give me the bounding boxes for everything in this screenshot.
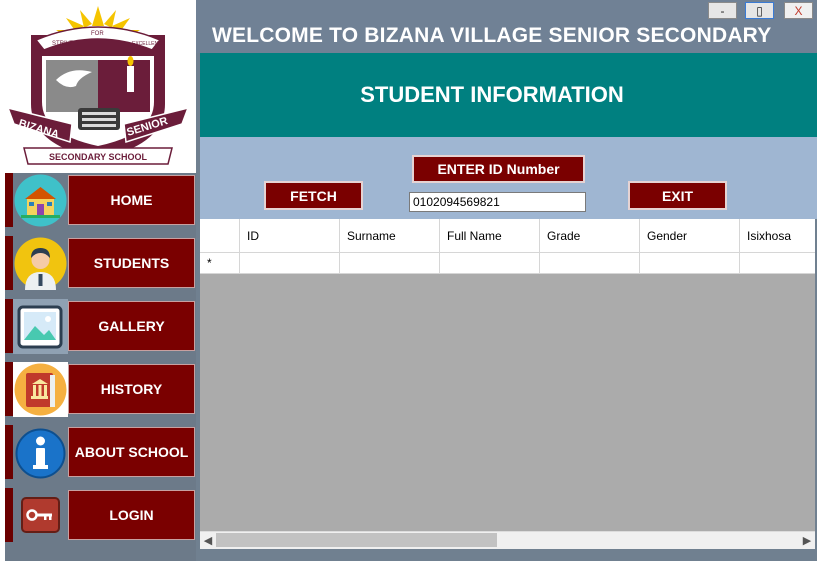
scroll-left-icon[interactable]: ◀ — [200, 531, 216, 549]
column-header-id[interactable]: ID — [240, 219, 340, 253]
sidebar-item-home[interactable]: HOME — [68, 175, 195, 225]
sidebar-item-history-edge — [5, 362, 13, 416]
column-header-surname[interactable]: Surname — [340, 219, 440, 253]
new-row-marker[interactable]: * — [200, 253, 240, 274]
sidebar-item-gallery[interactable]: GALLERY — [68, 301, 195, 351]
table-cell[interactable] — [340, 253, 440, 274]
minimize-button[interactable]: - — [708, 2, 737, 19]
logo-ribbon-left: STRIVE — [52, 41, 74, 47]
column-header-grade[interactable]: Grade — [540, 219, 640, 253]
sidebar-item-login-edge — [5, 488, 13, 542]
id-number-input[interactable]: 0102094569821 — [409, 192, 586, 212]
history-book-icon[interactable] — [13, 362, 68, 417]
maximize-button[interactable]: ▯ — [745, 2, 774, 19]
table-cell[interactable] — [640, 253, 740, 274]
info-icon[interactable] — [13, 425, 68, 480]
school-logo: STRIVE FOR EXCELLENCE BIZANA SENIOR SECO… — [0, 0, 196, 173]
close-button[interactable]: X — [784, 2, 813, 19]
exit-button[interactable]: EXIT — [628, 181, 727, 210]
table-cell[interactable] — [440, 253, 540, 274]
student-icon[interactable] — [13, 236, 68, 291]
column-header-isixhosa[interactable]: Isixhosa — [740, 219, 815, 253]
logo-bottom-text: SECONDARY SCHOOL — [49, 152, 148, 162]
page-title: STUDENT INFORMATION — [360, 82, 624, 107]
picture-icon[interactable] — [13, 299, 68, 354]
sidebar-item-students[interactable]: STUDENTS — [68, 238, 195, 288]
sidebar-item-login[interactable]: LOGIN — [68, 490, 195, 540]
logo-ribbon-right: EXCELLENCE — [132, 41, 166, 47]
enter-id-label: ENTER ID Number — [412, 155, 585, 183]
table-cell[interactable] — [540, 253, 640, 274]
table-cell[interactable] — [740, 253, 815, 274]
sidebar-item-history[interactable]: HISTORY — [68, 364, 195, 414]
table-cell[interactable] — [240, 253, 340, 274]
sidebar-item-home-edge — [5, 173, 13, 227]
school-crest-icon: STRIVE FOR EXCELLENCE BIZANA SENIOR SECO… — [6, 6, 190, 165]
column-header-gender[interactable]: Gender — [640, 219, 740, 253]
sidebar-item-about-school[interactable]: ABOUT SCHOOL — [68, 427, 195, 477]
scroll-right-icon[interactable]: ▶ — [799, 531, 815, 549]
row-header-corner — [200, 219, 240, 253]
welcome-title: WELCOME TO BIZANA VILLAGE SENIOR SECONDA… — [212, 24, 772, 47]
fetch-button[interactable]: FETCH — [264, 181, 363, 210]
sidebar-item-gallery-edge — [5, 299, 13, 353]
school-icon[interactable] — [13, 173, 68, 228]
column-header-full-name[interactable]: Full Name — [440, 219, 540, 253]
scrollbar-thumb[interactable] — [216, 533, 497, 547]
logo-ribbon-center: FOR — [91, 31, 104, 37]
sidebar-item-students-edge — [5, 236, 13, 290]
window-bottom-edge — [196, 549, 817, 561]
key-icon[interactable] — [13, 488, 68, 543]
sidebar-item-about-edge — [5, 425, 13, 479]
